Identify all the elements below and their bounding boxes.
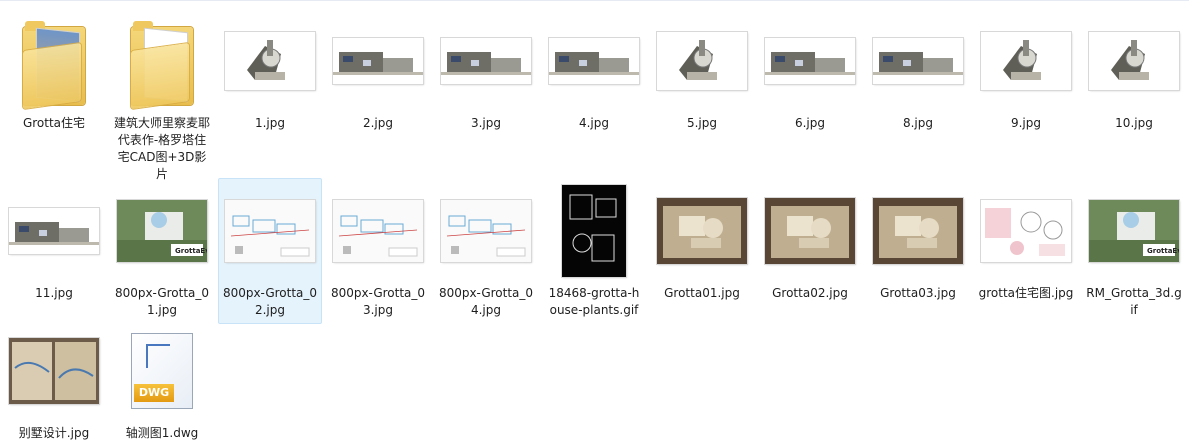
file-item[interactable]: 别墅设计.jpg bbox=[2, 318, 106, 447]
file-item[interactable]: 8.jpg bbox=[866, 8, 970, 137]
file-item[interactable]: DWG 轴测图1.dwg bbox=[110, 318, 214, 447]
image-thumbnail bbox=[546, 183, 642, 279]
file-name: Grotta01.jpg bbox=[664, 286, 740, 300]
file-name: 4.jpg bbox=[578, 116, 610, 130]
image-thumbnail bbox=[762, 183, 858, 279]
file-item[interactable]: 11.jpg bbox=[2, 178, 106, 307]
image-thumbnail bbox=[870, 183, 966, 279]
file-item[interactable]: Grotta02.jpg bbox=[758, 178, 862, 307]
file-name: Grotta02.jpg bbox=[772, 286, 848, 300]
file-name: 建筑大师里察麦耶代表作-格罗塔住宅CAD图+3D影片 bbox=[113, 116, 210, 181]
file-item[interactable]: 800px-Grotta_04.jpg bbox=[434, 178, 538, 324]
image-thumbnail bbox=[438, 183, 534, 279]
folder-icon bbox=[6, 13, 102, 110]
file-name: 8.jpg bbox=[902, 116, 934, 130]
image-thumbnail bbox=[222, 183, 318, 279]
image-thumbnail bbox=[438, 13, 534, 109]
image-thumbnail bbox=[330, 13, 426, 109]
svg-text:GrottaEvi: GrottaEvi bbox=[1147, 247, 1179, 255]
file-name: RM_Grotta_3d.gif bbox=[1086, 286, 1182, 317]
file-name: 6.jpg bbox=[794, 116, 826, 130]
file-name: 800px-Grotta_03.jpg bbox=[330, 286, 426, 317]
file-item[interactable]: 3.jpg bbox=[434, 8, 538, 137]
dwg-badge: DWG bbox=[134, 384, 174, 402]
image-thumbnail bbox=[222, 13, 318, 109]
file-item[interactable]: 4.jpg bbox=[542, 8, 646, 137]
image-thumbnail bbox=[978, 183, 1074, 279]
file-name: 5.jpg bbox=[686, 116, 718, 130]
image-thumbnail: GrottaEvi bbox=[1086, 183, 1182, 279]
file-item[interactable]: 2.jpg bbox=[326, 8, 430, 137]
image-thumbnail bbox=[654, 183, 750, 279]
file-name: 18468-grotta-house-plants.gif bbox=[548, 286, 640, 317]
file-item[interactable]: 5.jpg bbox=[650, 8, 754, 137]
folder-icon bbox=[114, 13, 210, 110]
file-name: 2.jpg bbox=[362, 116, 394, 130]
file-name: grotta住宅图.jpg bbox=[978, 286, 1074, 300]
svg-text:GrottaEvi: GrottaEvi bbox=[175, 247, 207, 255]
file-item[interactable]: grotta住宅图.jpg bbox=[974, 178, 1078, 307]
folder-item[interactable]: 建筑大师里察麦耶代表作-格罗塔住宅CAD图+3D影片 bbox=[110, 8, 214, 188]
image-thumbnail bbox=[6, 323, 102, 419]
file-item[interactable]: GrottaEvi 800px-Grotta_01.jpg bbox=[110, 178, 214, 324]
file-name: 3.jpg bbox=[470, 116, 502, 130]
file-item[interactable]: 1.jpg bbox=[218, 8, 322, 137]
file-name: Grotta03.jpg bbox=[880, 286, 956, 300]
image-thumbnail bbox=[330, 183, 426, 279]
file-item[interactable]: 9.jpg bbox=[974, 8, 1078, 137]
file-name: 别墅设计.jpg bbox=[18, 426, 90, 440]
image-thumbnail bbox=[978, 13, 1074, 109]
image-thumbnail bbox=[6, 183, 102, 279]
file-name: 轴测图1.dwg bbox=[125, 426, 199, 440]
image-thumbnail bbox=[654, 13, 750, 109]
file-item[interactable]: Grotta03.jpg bbox=[866, 178, 970, 307]
image-thumbnail bbox=[546, 13, 642, 109]
image-thumbnail: GrottaEvi bbox=[114, 183, 210, 279]
file-item[interactable]: 6.jpg bbox=[758, 8, 862, 137]
file-item[interactable]: 10.jpg bbox=[1082, 8, 1186, 137]
file-item[interactable]: 18468-grotta-house-plants.gif bbox=[542, 178, 646, 324]
file-name: 800px-Grotta_04.jpg bbox=[438, 286, 534, 317]
image-thumbnail bbox=[870, 13, 966, 109]
image-thumbnail bbox=[762, 13, 858, 109]
file-item[interactable]: 800px-Grotta_03.jpg bbox=[326, 178, 430, 324]
file-name: 9.jpg bbox=[1010, 116, 1042, 130]
file-name: 800px-Grotta_02.jpg bbox=[222, 286, 318, 317]
file-name: 800px-Grotta_01.jpg bbox=[114, 286, 210, 317]
image-thumbnail bbox=[1086, 13, 1182, 109]
file-item[interactable]: GrottaEvi RM_Grotta_3d.gif bbox=[1082, 178, 1186, 324]
file-name: 10.jpg bbox=[1115, 116, 1153, 130]
file-item[interactable]: 800px-Grotta_02.jpg bbox=[218, 178, 322, 324]
window-top-border bbox=[0, 0, 1189, 1]
file-name: 11.jpg bbox=[35, 286, 73, 300]
file-name: 1.jpg bbox=[254, 116, 286, 130]
file-name: Grotta住宅 bbox=[22, 116, 86, 130]
file-item[interactable]: Grotta01.jpg bbox=[650, 178, 754, 307]
folder-item[interactable]: Grotta住宅 bbox=[2, 8, 106, 137]
dwg-file-icon: DWG bbox=[114, 323, 210, 419]
